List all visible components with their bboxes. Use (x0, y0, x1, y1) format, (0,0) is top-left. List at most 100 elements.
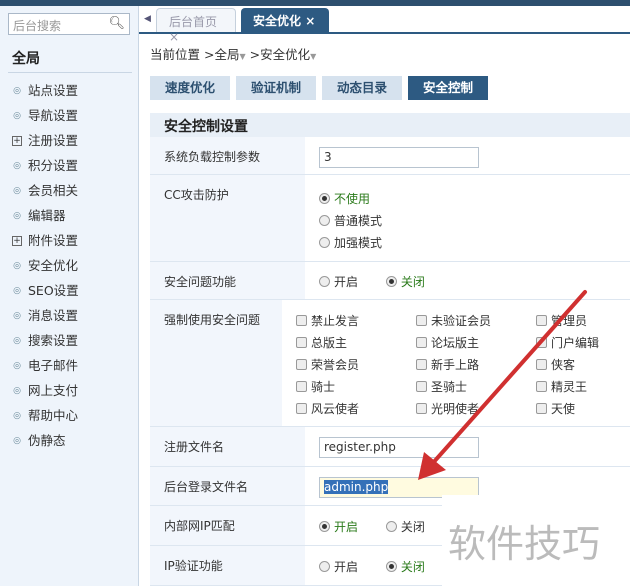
search-icon[interactable]: 🔍︎ (108, 16, 125, 31)
subtab-bar: 速度优化 验证机制 动态目录 安全控制 (150, 76, 488, 100)
watermark: 软件技巧 (442, 495, 630, 586)
load-input[interactable]: 3 (319, 147, 479, 168)
checkbox-icon[interactable] (416, 358, 427, 370)
checkbox-option[interactable]: 新手上路 (416, 355, 536, 373)
checkbox-icon[interactable] (296, 314, 307, 326)
tab-security[interactable]: 安全优化 × (241, 8, 329, 34)
tab-scroll-left-icon[interactable]: ◀ (144, 14, 151, 24)
radio-ipverify-off[interactable]: 关闭 (385, 555, 425, 577)
sidebar-item[interactable]: ◎ 会员相关 (12, 178, 79, 203)
sidebar-item[interactable]: ◎ 电子邮件 (12, 353, 79, 378)
checkbox-icon[interactable] (296, 380, 307, 392)
sidebar-item-label: 帮助中心 (28, 407, 79, 423)
radio-cc-strong[interactable]: 加强模式 (319, 231, 382, 253)
radio-secq-off[interactable]: 关闭 (385, 270, 425, 292)
subtab-security-control[interactable]: 安全控制 (408, 76, 488, 100)
close-icon[interactable]: × (305, 14, 315, 28)
tab-label: 后台首页 (169, 15, 218, 29)
label: IP验证功能 (150, 546, 305, 585)
sidebar-item[interactable]: + 注册设置 (12, 128, 79, 153)
close-icon[interactable]: × (169, 30, 179, 44)
bullet-icon: ◎ (13, 435, 21, 446)
checkbox-label: 论坛版主 (431, 335, 480, 350)
checkbox-icon[interactable] (296, 336, 307, 348)
checkbox-icon[interactable] (536, 314, 547, 326)
sidebar-item[interactable]: ◎ 站点设置 (12, 78, 79, 103)
sidebar-item[interactable]: + 附件设置 (12, 228, 79, 253)
sidebar-search-input[interactable]: 后台搜索 🔍︎ (8, 13, 130, 35)
chevron-down-icon[interactable]: ▼ (310, 52, 316, 61)
separator: > (249, 47, 261, 62)
checkbox-label: 新手上路 (431, 357, 480, 372)
tab-label: 安全优化 (253, 14, 302, 28)
sidebar-item-label: 网上支付 (28, 382, 79, 398)
checkbox-option[interactable]: 管理员 (536, 311, 616, 329)
checkbox-option[interactable]: 风云使者 (296, 399, 416, 417)
sidebar-item[interactable]: ◎ 网上支付 (12, 378, 79, 403)
sidebar-item[interactable]: ◎ SEO设置 (12, 278, 79, 303)
row-force: 强制使用安全问题 禁止发言 未验证会员 管理员总版主 论坛版主 门户编辑荣誉会员 新手上路… (150, 300, 630, 427)
row-cc: CC攻击防护 不使用 普通模式 加强模式 (150, 175, 630, 262)
checkbox-option[interactable]: 精灵王 (536, 377, 616, 395)
sidebar-item[interactable]: ◎ 导航设置 (12, 103, 79, 128)
checkbox-icon[interactable] (296, 358, 307, 370)
checkbox-icon[interactable] (536, 402, 547, 414)
subtab-verify[interactable]: 验证机制 (236, 76, 316, 100)
checkbox-icon[interactable] (416, 314, 427, 326)
checkbox-icon[interactable] (416, 402, 427, 414)
breadcrumb-security[interactable]: 安全优化 (260, 47, 310, 62)
sidebar-item-label: 积分设置 (28, 157, 79, 173)
radio-icon (319, 275, 330, 287)
sidebar-item[interactable]: ◎ 安全优化 (12, 253, 79, 278)
sidebar-item[interactable]: ◎ 编辑器 (12, 203, 79, 228)
checkbox-option[interactable]: 骑士 (296, 377, 416, 395)
sidebar-item[interactable]: ◎ 消息设置 (12, 303, 79, 328)
sidebar-item[interactable]: ◎ 帮助中心 (12, 403, 79, 428)
sidebar-item[interactable]: ◎ 积分设置 (12, 153, 79, 178)
sidebar-item-label: 安全优化 (28, 257, 79, 273)
checkbox-option[interactable]: 总版主 (296, 333, 416, 351)
radio-intranet-on[interactable]: 开启 (319, 515, 358, 537)
label: 安全问题功能 (150, 262, 305, 299)
radio-cc-normal[interactable]: 普通模式 (319, 209, 382, 231)
checkbox-option[interactable]: 天使 (536, 399, 616, 417)
radio-cc-off[interactable]: 不使用 (319, 187, 370, 209)
checkbox-label: 管理员 (551, 313, 588, 328)
breadcrumb-global[interactable]: 全局 (214, 47, 239, 62)
radio-icon (319, 560, 330, 572)
register-file-input[interactable]: register.php (319, 437, 479, 458)
tab-home[interactable]: 后台首页 × (156, 8, 236, 44)
checkbox-icon[interactable] (536, 380, 547, 392)
radio-secq-on[interactable]: 开启 (319, 270, 358, 292)
chevron-down-icon[interactable]: ▼ (240, 52, 246, 61)
checkbox-option[interactable]: 禁止发言 (296, 311, 416, 329)
checkbox-option[interactable]: 论坛版主 (416, 333, 536, 351)
checkbox-label: 风云使者 (311, 401, 360, 416)
checkbox-icon[interactable] (536, 336, 547, 348)
subtab-dynamic-dir[interactable]: 动态目录 (322, 76, 402, 100)
label: 系统负载控制参数 (150, 137, 305, 174)
radio-ipverify-on[interactable]: 开启 (319, 555, 358, 577)
radio-icon (319, 236, 330, 248)
tab-bar: ◀ 后台首页 × 安全优化 × (139, 6, 630, 44)
checkbox-icon[interactable] (536, 358, 547, 370)
divider (8, 72, 132, 73)
checkbox-option[interactable]: 圣骑士 (416, 377, 536, 395)
checkbox-option[interactable]: 侠客 (536, 355, 616, 373)
checkbox-icon[interactable] (416, 336, 427, 348)
checkbox-icon[interactable] (296, 402, 307, 414)
checkbox-icon[interactable] (416, 380, 427, 392)
row-register: 注册文件名 register.php (150, 427, 630, 467)
checkbox-option[interactable]: 荣誉会员 (296, 355, 416, 373)
subtab-speed[interactable]: 速度优化 (150, 76, 230, 100)
checkbox-option[interactable]: 未验证会员 (416, 311, 536, 329)
radio-intranet-off[interactable]: 关闭 (385, 515, 425, 537)
label: 强制使用安全问题 (150, 300, 282, 426)
checkbox-option[interactable]: 门户编辑 (536, 333, 616, 351)
bullet-icon: ◎ (13, 335, 21, 346)
sidebar-item[interactable]: ◎ 伪静态 (12, 428, 79, 453)
radio-icon (385, 560, 397, 572)
bullet-icon: ◎ (13, 160, 21, 171)
checkbox-option[interactable]: 光明使者 (416, 399, 536, 417)
sidebar-item[interactable]: ◎ 搜索设置 (12, 328, 79, 353)
